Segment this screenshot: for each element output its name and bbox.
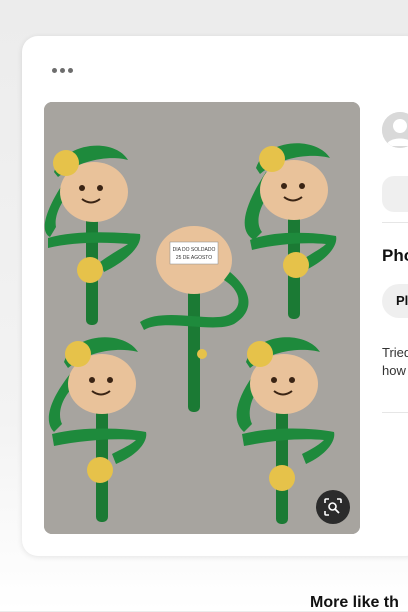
visual-search-icon xyxy=(324,498,342,516)
pin-image[interactable]: DIA DO SOLDADO 25 DE AGOSTO xyxy=(44,102,360,534)
soldier-puppets-photo: DIA DO SOLDADO 25 DE AGOSTO xyxy=(44,102,360,534)
description-line: Tried xyxy=(382,345,408,360)
pin-description: Tried how xyxy=(382,344,408,380)
divider xyxy=(382,222,408,223)
visual-search-button[interactable] xyxy=(316,490,350,524)
ellipsis-icon xyxy=(67,67,73,73)
description-line: how xyxy=(382,363,406,378)
more-options-button[interactable] xyxy=(46,58,78,82)
category-chip[interactable]: Pl xyxy=(382,284,408,318)
follow-button[interactable] xyxy=(382,176,408,212)
divider xyxy=(382,412,408,413)
more-like-this-heading: More like th xyxy=(310,594,399,611)
pin-title: Pho xyxy=(382,246,408,265)
ellipsis-icon xyxy=(59,67,65,73)
sign-line-1: DIA DO SOLDADO xyxy=(173,247,216,253)
creator-avatar[interactable] xyxy=(382,112,408,148)
pin-card: DIA DO SOLDADO 25 DE AGOSTO Ph Pl Tried … xyxy=(22,36,408,556)
user-avatar-icon xyxy=(382,112,408,148)
sign-line-2: 25 DE AGOSTO xyxy=(176,255,212,261)
ellipsis-icon xyxy=(51,67,57,73)
